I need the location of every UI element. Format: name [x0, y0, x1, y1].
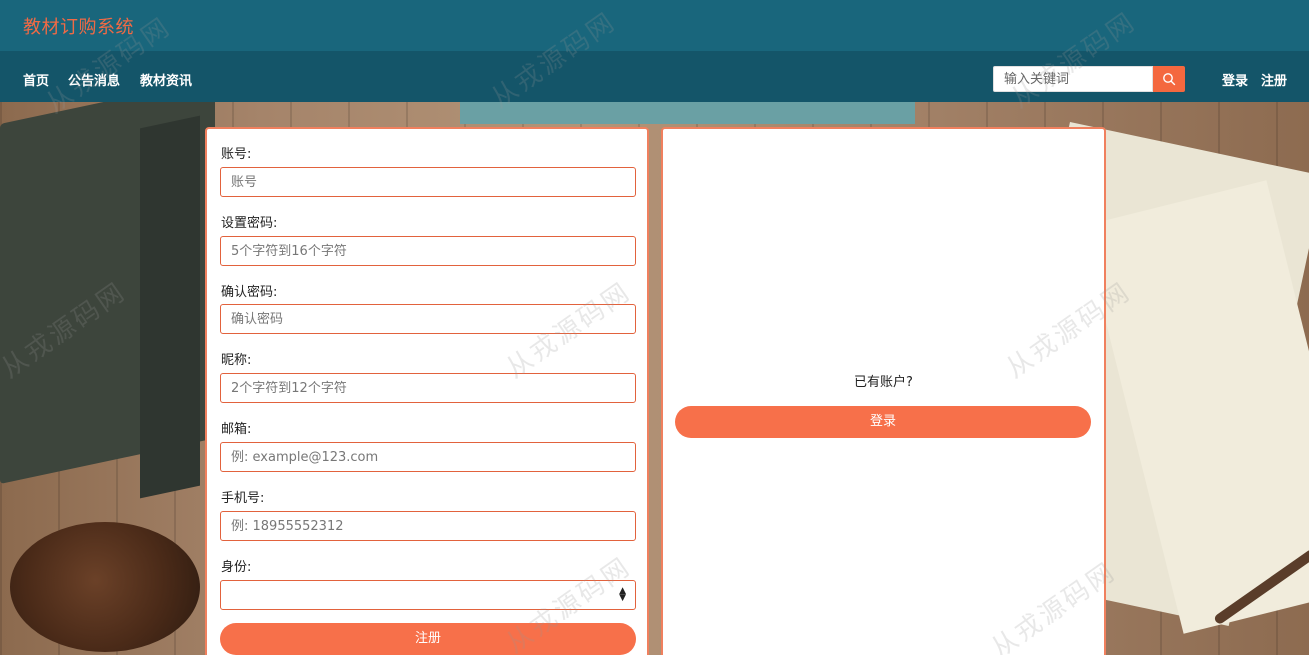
nav-login-link[interactable]: 登录	[1222, 70, 1248, 89]
confirm-password-input[interactable]	[220, 304, 636, 334]
nav-register-link[interactable]: 注册	[1261, 70, 1287, 89]
password-input[interactable]	[220, 236, 636, 266]
role-label: 身份:	[221, 560, 252, 575]
has-account-text: 已有账户?	[854, 375, 913, 390]
background-pinecone	[10, 522, 200, 652]
search-icon	[1163, 73, 1176, 86]
nav-item-home[interactable]: 首页	[23, 70, 49, 89]
search-button[interactable]	[1153, 66, 1185, 92]
register-button[interactable]: 注册	[220, 623, 636, 655]
nav-item-textbook-news[interactable]: 教材资讯	[140, 70, 192, 89]
phone-input[interactable]	[220, 511, 636, 541]
account-label: 账号:	[221, 147, 252, 162]
login-button[interactable]: 登录	[675, 406, 1091, 438]
background-photo	[0, 102, 1309, 655]
top-header: 教材订购系统	[0, 0, 1309, 51]
site-title[interactable]: 教材订购系统	[23, 13, 134, 39]
nav-item-announcements[interactable]: 公告消息	[68, 70, 120, 89]
account-input[interactable]	[220, 167, 636, 197]
email-label: 邮箱:	[221, 422, 252, 437]
nickname-label: 昵称:	[221, 353, 252, 368]
search-input[interactable]	[993, 66, 1153, 92]
register-form: 账号: 设置密码: 确认密码: 昵称: 邮箱: 手机号: 身份: ▲▼ 注册	[205, 127, 649, 655]
email-input[interactable]	[220, 442, 636, 472]
login-panel: 已有账户? 登录	[661, 127, 1106, 655]
password-label: 设置密码:	[221, 216, 278, 231]
phone-label: 手机号:	[221, 491, 265, 506]
confirm-password-label: 确认密码:	[221, 285, 278, 300]
select-arrows-icon: ▲ ▼	[619, 586, 626, 603]
background-book-spine	[140, 115, 200, 499]
background-object	[460, 102, 915, 124]
nickname-input[interactable]	[220, 373, 636, 403]
role-select[interactable]: ▲ ▼	[220, 580, 636, 610]
search-box	[993, 66, 1185, 92]
